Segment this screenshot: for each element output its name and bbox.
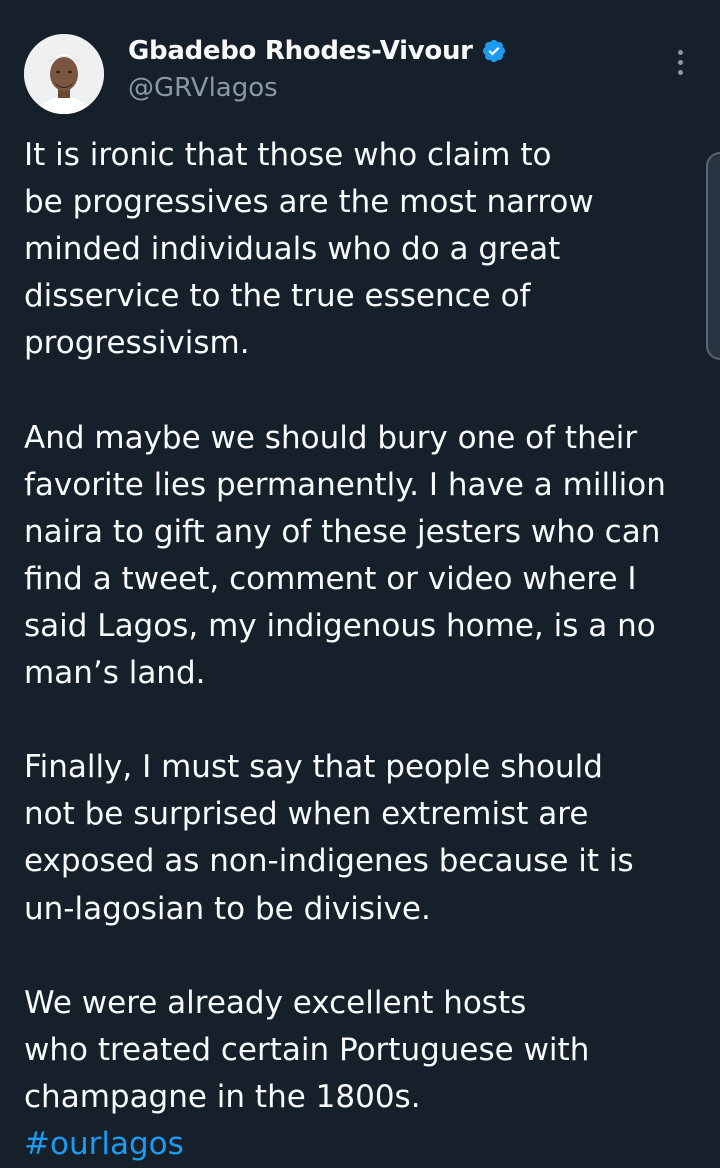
tweet-line: progressivism.	[24, 325, 250, 362]
hashtag-link[interactable]: #ourlagos	[24, 1121, 704, 1168]
tweet-line: not be surprised when extremist are	[24, 796, 589, 833]
tweet-line: disservice to the true essence of	[24, 278, 531, 315]
side-panel-handle[interactable]	[706, 152, 720, 360]
verified-badge-icon	[481, 38, 507, 64]
tweet-line: find a tweet, comment or video where I	[24, 560, 637, 597]
tweet-line: And maybe we should bury one of their	[24, 419, 638, 456]
tweet-line: said Lagos, my indigenous home, is a no	[24, 607, 656, 644]
tweet-line: We were already excellent hosts	[24, 984, 527, 1021]
tweet-line: who treated certain Portuguese with	[24, 1031, 590, 1068]
tweet-line: naira to gift any of these jesters who c…	[24, 513, 661, 550]
tweet-line: minded individuals who do a great	[24, 231, 561, 268]
tweet-line: Finally, I must say that people should	[24, 749, 603, 786]
avatar[interactable]	[24, 34, 104, 114]
avatar-image	[24, 34, 104, 114]
tweet: Gbadebo Rhodes-Vivour @GRVlagos It is ir…	[0, 0, 720, 1165]
tweet-text: It is ironic that those who claim to be …	[24, 132, 704, 1168]
tweet-line: be progressives are the most narrow	[24, 184, 594, 221]
tweet-line: man’s land.	[24, 655, 206, 692]
author-name-row[interactable]: Gbadebo Rhodes-Vivour	[128, 36, 507, 66]
author-display-name[interactable]: Gbadebo Rhodes-Vivour	[128, 36, 473, 66]
tweet-line: champagne in the 1800s.	[24, 1078, 421, 1115]
author-handle[interactable]: @GRVlagos	[128, 73, 278, 103]
tweet-line: exposed as non-indigenes because it is	[24, 843, 634, 880]
tweet-line: un-lagosian to be divisive.	[24, 890, 431, 927]
more-options-icon[interactable]	[670, 50, 690, 82]
tweet-line: It is ironic that those who claim to	[24, 137, 552, 173]
tweet-line: favorite lies permanently. I have a mill…	[24, 466, 666, 503]
